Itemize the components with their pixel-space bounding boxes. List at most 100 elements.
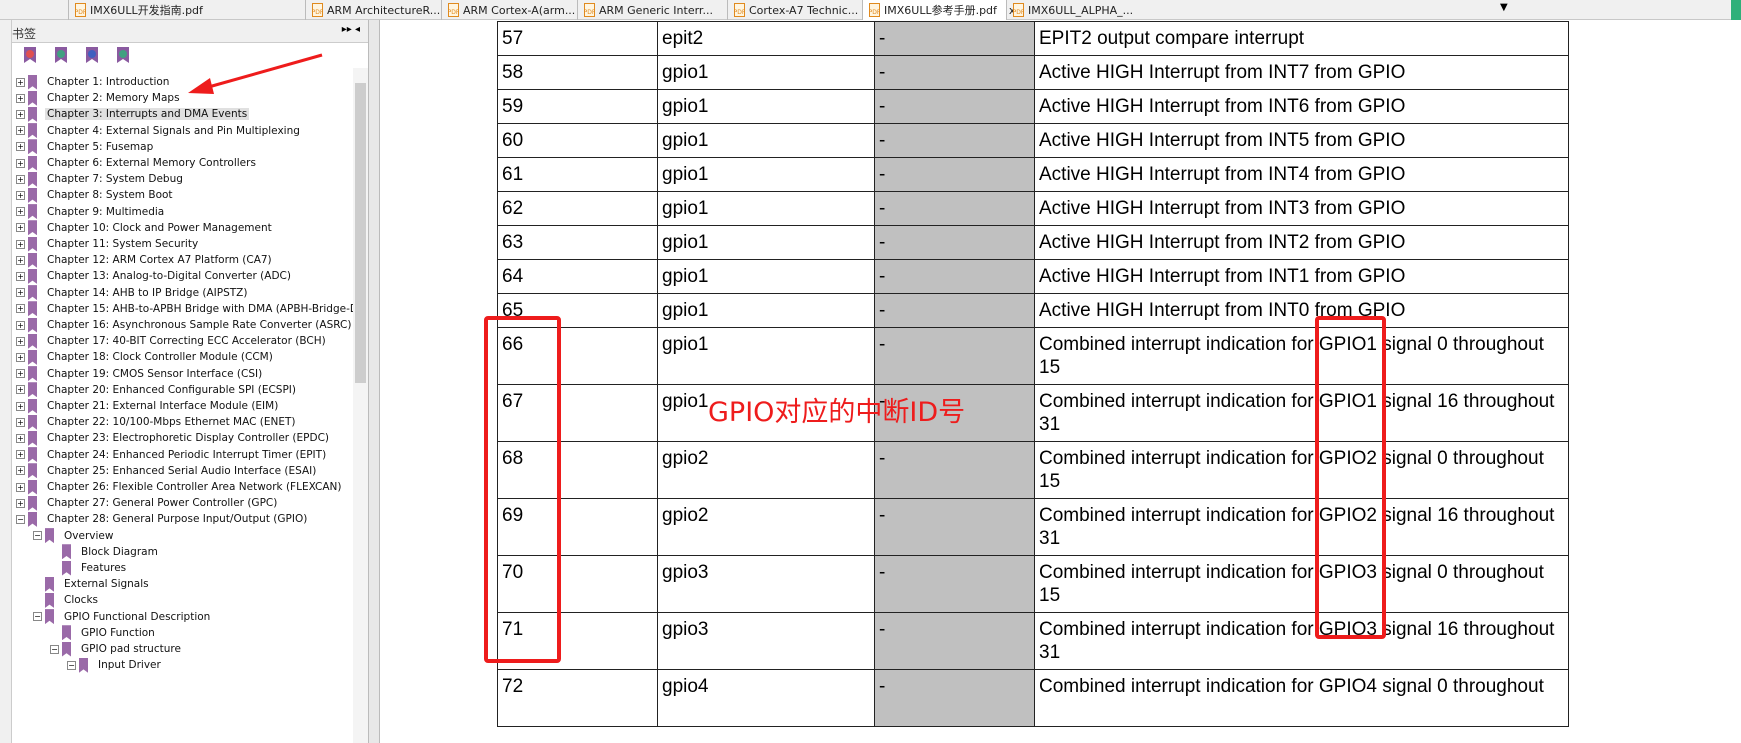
bookmark-item[interactable]: − Overview: [33, 528, 115, 544]
bookmark-item[interactable]: + Chapter 23: Electrophoretic Display Con…: [16, 430, 331, 446]
cell-logic: -: [874, 555, 1035, 613]
bookmark-label: Chapter 4: External Signals and Pin Mult…: [47, 124, 300, 137]
bookmark-item[interactable]: − Chapter 28: General Purpose Input/Outpu…: [16, 511, 309, 527]
collapse-icon[interactable]: −: [67, 660, 76, 670]
cell-logic: -: [874, 123, 1035, 158]
annotation-text: GPIO对应的中断ID号: [708, 397, 966, 428]
cell-description: EPIT2 output compare interrupt: [1034, 21, 1569, 56]
bookmark-item[interactable]: + Chapter 11: System Security: [16, 236, 200, 252]
bookmark-item[interactable]: + Chapter 10: Clock and Power Management: [16, 220, 274, 236]
cell-logic: -: [874, 55, 1035, 90]
cell-logic: -: [874, 293, 1035, 328]
expand-icon[interactable]: +: [16, 304, 25, 314]
bookmark-item[interactable]: Features: [50, 560, 128, 576]
bookmark-item[interactable]: GPIO Function: [50, 625, 157, 641]
panel-splitter[interactable]: [368, 20, 380, 743]
bookmark-item[interactable]: + Chapter 8: System Boot: [16, 187, 175, 203]
table-row: 68 gpio2- Combined interrupt indication fo…: [497, 441, 1569, 499]
expand-icon[interactable]: +: [16, 320, 25, 330]
collapse-icon[interactable]: −: [33, 612, 42, 622]
bookmark-icon: [62, 544, 71, 560]
bookmark-item[interactable]: + Chapter 4: External Signals and Pin Mul…: [16, 123, 302, 139]
bookmark-item[interactable]: + Chapter 12: ARM Cortex A7 Platform (CA7…: [16, 252, 274, 268]
bookmark-item[interactable]: + Chapter 13: Analog-to-Digital Converter…: [16, 268, 293, 284]
expand-icon[interactable]: +: [16, 223, 25, 233]
bookmark-item[interactable]: − GPIO pad structure: [50, 641, 183, 657]
collapse-icon[interactable]: −: [16, 514, 25, 524]
bookmark-label: Input Driver: [98, 659, 161, 672]
bookmark-label: Chapter 26: Flexible Controller Area Net…: [47, 481, 342, 493]
collapse-icon[interactable]: −: [50, 644, 59, 654]
bookmark-item[interactable]: + Chapter 19: CMOS Sensor Interface (CSI): [16, 366, 264, 382]
bookmark-item[interactable]: + Chapter 27: General Power Controller (G…: [16, 495, 279, 511]
expand-icon[interactable]: +: [16, 498, 25, 508]
bookmark-item[interactable]: + Chapter 15: AHB-to-APBH Bridge with DMA…: [16, 301, 353, 317]
bookmark-scrollbar[interactable]: [353, 68, 368, 743]
cell-irq-id: 72: [497, 669, 658, 727]
bookmark-item[interactable]: + Chapter 25: Enhanced Serial Audio Inter…: [16, 463, 318, 479]
expand-icon[interactable]: +: [16, 336, 25, 346]
expand-icon[interactable]: +: [16, 417, 25, 427]
cell-description: Active HIGH Interrupt from INT3 from GPI…: [1034, 191, 1569, 226]
bookmark-item[interactable]: Block Diagram: [50, 544, 160, 560]
expand-icon[interactable]: +: [16, 126, 25, 136]
bookmark-item[interactable]: + Chapter 16: Asynchronous Sample Rate Co…: [16, 317, 353, 333]
collapse-icon[interactable]: −: [33, 531, 42, 541]
tab-list-dropdown[interactable]: ▼: [1500, 2, 1508, 13]
bookmark-label: GPIO Functional Description: [64, 610, 211, 623]
switch-button[interactable]: [1731, 0, 1741, 20]
bookmark-item[interactable]: + Chapter 7: System Debug: [16, 171, 185, 187]
expand-icon[interactable]: +: [16, 352, 25, 362]
expand-icon[interactable]: +: [16, 288, 25, 298]
tab-label: Cortex-A7 Technic...: [749, 3, 859, 17]
bookmark-label: Chapter 18: Clock Controller Module (CCM…: [47, 351, 273, 364]
bookmark-item[interactable]: + Chapter 18: Clock Controller Module (CC…: [16, 349, 275, 365]
bookmark-item[interactable]: + Chapter 22: 10/100-Mbps Ethernet MAC (E…: [16, 414, 298, 430]
bookmark-icon: [62, 625, 71, 641]
tab-document[interactable]: PDFIMX6ULL参考手册.pdfx: [862, 0, 1015, 20]
bookmark-item[interactable]: + Chapter 20: Enhanced Configurable SPI (…: [16, 382, 298, 398]
bookmark-item[interactable]: + Chapter 26: Flexible Controller Area Ne…: [16, 479, 343, 495]
bookmark-icon: [28, 139, 37, 155]
expand-icon[interactable]: +: [16, 369, 25, 379]
bookmark-item[interactable]: + Chapter 5: Fusemap: [16, 139, 155, 155]
table-row: 66 gpio1- Combined interrupt indication fo…: [497, 327, 1569, 385]
cell-module: gpio1: [657, 123, 875, 158]
bookmark-icon: [28, 511, 37, 527]
expand-icon[interactable]: +: [16, 207, 25, 217]
expand-icon[interactable]: +: [16, 239, 25, 249]
bookmark-icon: [28, 317, 37, 333]
bookmark-item[interactable]: Clocks: [33, 592, 100, 608]
bookmark-icon: [28, 382, 37, 398]
bookmark-icon: [28, 447, 37, 463]
tab-document[interactable]: PDF ARM Generic Interr...: [577, 0, 727, 20]
bookmark-item[interactable]: − Input Driver: [67, 657, 163, 673]
bookmark-item[interactable]: + Chapter 9: Multimedia: [16, 204, 166, 220]
expand-icon[interactable]: +: [16, 255, 25, 265]
expand-icon[interactable]: +: [16, 433, 25, 443]
expand-icon[interactable]: +: [16, 482, 25, 492]
tab-document[interactable]: PDF ARM Cortex-A(arm...: [441, 0, 577, 20]
tab-document[interactable]: PDF IMX6ULL_ALPHA_...: [1006, 0, 1133, 20]
bookmark-item[interactable]: + Chapter 14: AHB to IP Bridge (AIPSTZ): [16, 285, 249, 301]
scrollbar-thumb[interactable]: [355, 83, 366, 383]
expand-icon[interactable]: +: [16, 271, 25, 281]
expand-icon[interactable]: +: [16, 450, 25, 460]
bookmark-item[interactable]: + Chapter 6: External Memory Controllers: [16, 155, 258, 171]
expand-icon[interactable]: +: [16, 190, 25, 200]
bookmark-item[interactable]: + Chapter 17: 40-BIT Correcting ECC Accel…: [16, 333, 328, 349]
expand-icon[interactable]: +: [16, 142, 25, 152]
bookmark-icon: [28, 236, 37, 252]
expand-icon[interactable]: +: [16, 401, 25, 411]
bookmark-item[interactable]: + Chapter 21: External Interface Module (…: [16, 398, 280, 414]
expand-icon[interactable]: +: [16, 466, 25, 476]
expand-icon[interactable]: +: [16, 174, 25, 184]
bookmark-item[interactable]: + Chapter 24: Enhanced Periodic Interrupt…: [16, 447, 328, 463]
expand-icon[interactable]: +: [16, 385, 25, 395]
cell-module: gpio1: [657, 89, 875, 124]
tab-document[interactable]: PDF Cortex-A7 Technic...: [727, 0, 862, 20]
bookmark-item[interactable]: External Signals: [33, 576, 151, 592]
bookmark-label: Overview: [64, 529, 114, 542]
expand-icon[interactable]: +: [16, 158, 25, 168]
bookmark-item[interactable]: − GPIO Functional Description: [33, 609, 212, 625]
